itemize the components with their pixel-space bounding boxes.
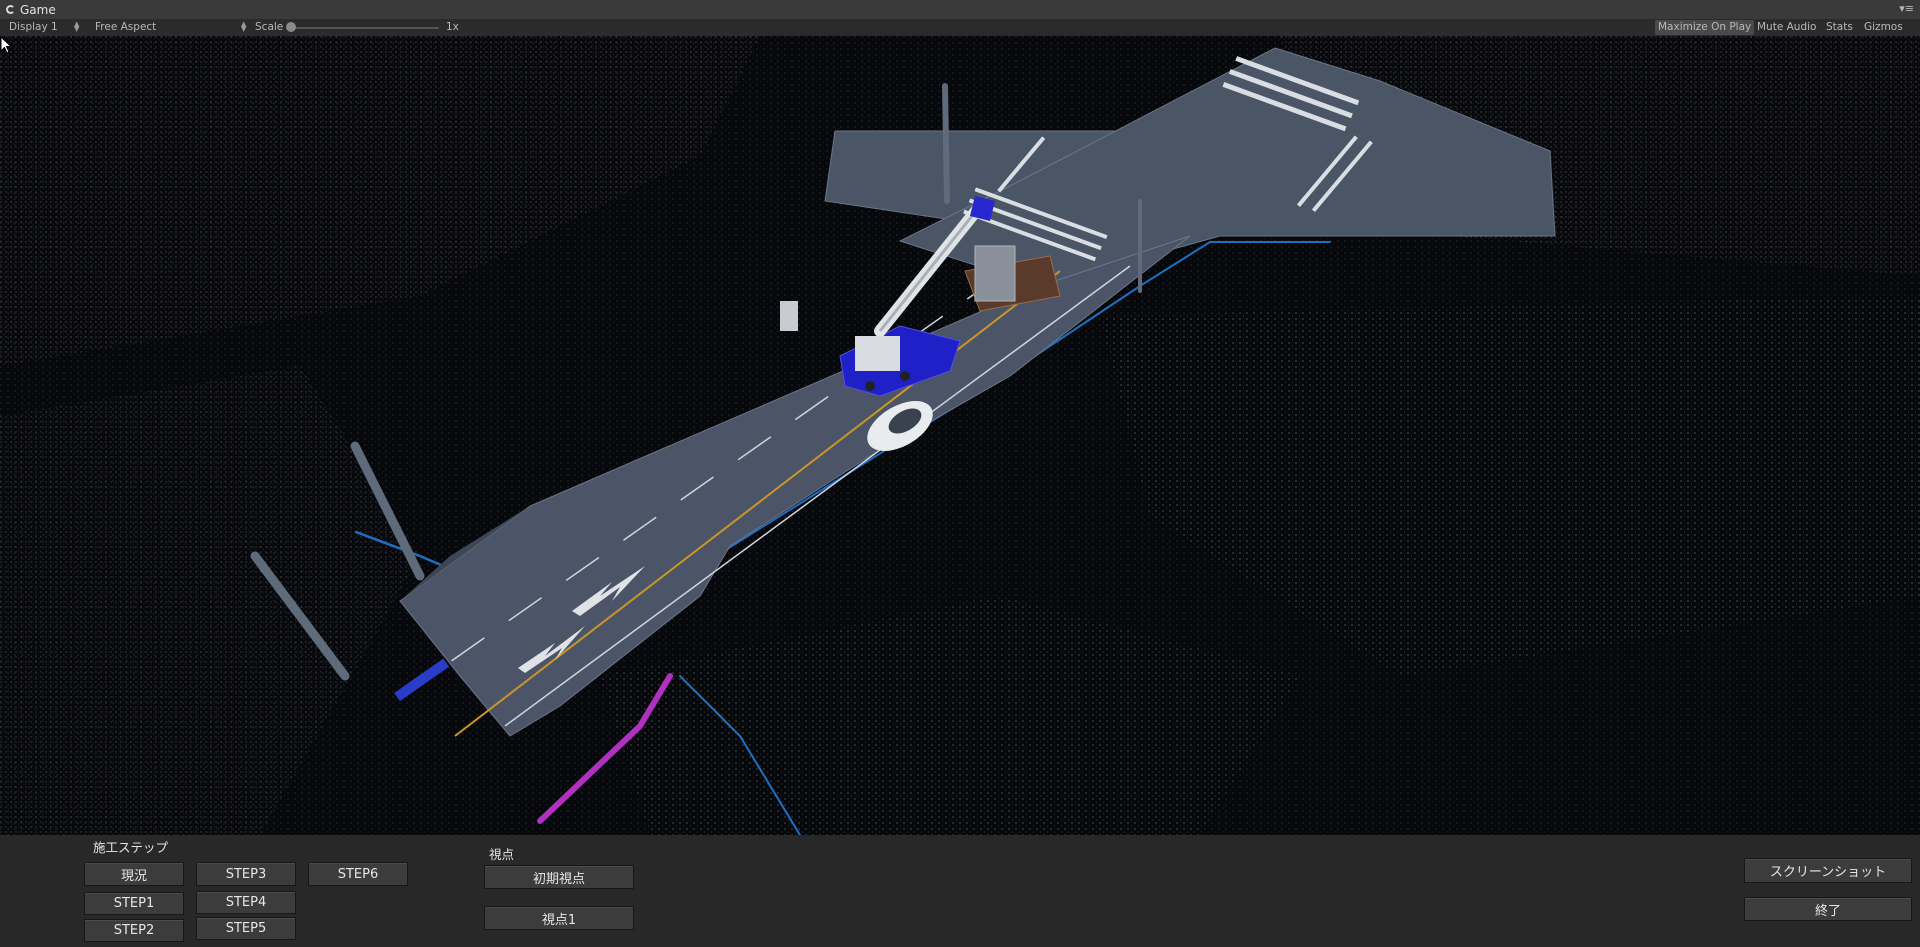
mouse-cursor-icon [0,36,13,54]
step3-button[interactable]: STEP3 [196,862,296,886]
step2-button[interactable]: STEP2 [84,919,184,942]
window-titlebar: Game ▾≡ [0,0,1920,20]
scale-slider-thumb[interactable] [286,22,296,32]
display-dropdown[interactable]: Display 1 [9,19,58,36]
aspect-dropdown[interactable]: Free Aspect [95,19,156,36]
game-toolbar: Display 1 ▲ ▼ Free Aspect ▲ ▼ Scale 1x Max… [0,19,1920,37]
game-tab[interactable]: Game [0,0,64,19]
scale-label: Scale [255,21,284,33]
mute-audio-toggle[interactable]: Mute Audio [1754,20,1819,35]
screenshot-button[interactable]: スクリーンショット [1744,858,1912,883]
step-current-button[interactable]: 現況 [84,862,184,886]
step1-button[interactable]: STEP1 [84,892,184,915]
window-menu-icon[interactable]: ▾≡ [1899,2,1914,15]
unity-icon [6,5,15,14]
initial-view-button[interactable]: 初期視点 [484,865,634,889]
step4-button[interactable]: STEP4 [196,891,296,914]
gizmos-dropdown[interactable]: Gizmos [1861,20,1906,35]
aspect-dropdown-arrows-icon: ▲ ▼ [241,20,247,33]
step6-button[interactable]: STEP6 [308,862,408,886]
display-dropdown-arrows-icon: ▲ ▼ [74,20,80,33]
control-panel: 施工ステップ 現況 STEP1 STEP2 STEP3 STEP4 STEP5 … [0,835,1920,947]
maximize-on-play-toggle[interactable]: Maximize On Play [1655,20,1755,35]
quit-button[interactable]: 終了 [1744,897,1912,921]
stats-toggle[interactable]: Stats [1823,20,1856,35]
step-heading: 施工ステップ [93,840,169,855]
view-heading: 視点 [489,847,515,862]
scale-value: 1x [446,21,459,33]
game-viewport[interactable] [0,36,1920,835]
scene-render [0,36,1920,835]
view1-button[interactable]: 視点1 [484,906,634,930]
scale-slider[interactable] [291,27,439,29]
game-tab-label: Game [20,2,56,17]
step5-button[interactable]: STEP5 [196,917,296,940]
